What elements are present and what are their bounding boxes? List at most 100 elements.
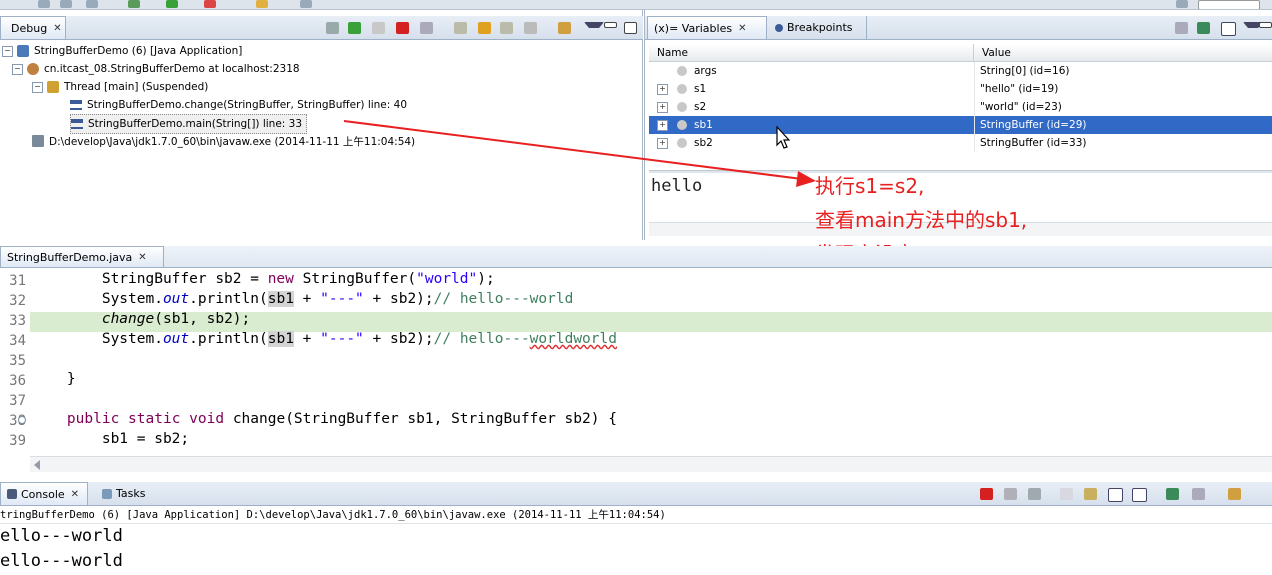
- pin-console-icon[interactable]: [1166, 488, 1179, 500]
- variable-value: StringBuffer (id=33): [980, 137, 1087, 149]
- code-line[interactable]: StringBuffer sb2 = new StringBuffer("wor…: [32, 271, 495, 287]
- toolbar-icon[interactable]: [86, 0, 98, 8]
- fold-collapse-icon[interactable]: [18, 416, 26, 424]
- show-type-names-icon[interactable]: [1175, 22, 1188, 34]
- toolbar-icon[interactable]: [60, 0, 72, 8]
- open-console-icon[interactable]: [1228, 488, 1241, 500]
- maximize-icon[interactable]: [624, 22, 637, 34]
- step-return-icon[interactable]: [500, 22, 513, 34]
- tab-breakpoints-label: Breakpoints: [787, 21, 853, 34]
- tab-breakpoints[interactable]: Breakpoints: [769, 16, 867, 39]
- collapse-icon[interactable]: −: [2, 45, 13, 57]
- show-on-stdout-icon[interactable]: [1108, 488, 1123, 502]
- tab-stringbufferdemo-java[interactable]: StringBufferDemo.java ✕: [0, 246, 164, 267]
- code-line[interactable]: System.out.println(sb1 + "---" + sb2);//…: [32, 291, 573, 307]
- code-line[interactable]: [32, 391, 41, 407]
- show-logical-structure-icon[interactable]: [1197, 22, 1210, 34]
- java-application-icon: [17, 45, 29, 57]
- scroll-lock-icon[interactable]: [1084, 488, 1097, 500]
- open-type-icon[interactable]: [256, 0, 268, 8]
- tab-debug-label: Debug: [11, 21, 48, 35]
- display-selected-console-icon[interactable]: [1192, 488, 1205, 500]
- code-line[interactable]: sb1 = sb2;: [32, 431, 189, 447]
- debug-run-icon[interactable]: [128, 0, 140, 8]
- tree-item-launch[interactable]: − StringBufferDemo (6) [Java Application…: [2, 42, 242, 60]
- clear-console-icon[interactable]: [1060, 488, 1073, 500]
- terminate-icon[interactable]: [980, 488, 993, 500]
- toolbar-icon[interactable]: [300, 0, 312, 8]
- stack-frame-icon: [71, 119, 83, 129]
- editor-tabbar: StringBufferDemo.java ✕: [0, 246, 1272, 268]
- show-on-stderr-icon[interactable]: [1132, 488, 1147, 502]
- view-menu-icon[interactable]: [584, 22, 604, 28]
- step-over-icon[interactable]: [478, 22, 491, 34]
- close-icon[interactable]: ✕: [53, 23, 61, 34]
- use-step-filters-icon[interactable]: [558, 22, 571, 34]
- variable-row-args[interactable]: args String[0] (id=16): [649, 62, 1272, 80]
- editor-hscrollbar[interactable]: [30, 456, 1272, 472]
- close-icon[interactable]: ✕: [738, 23, 746, 34]
- suspend-icon[interactable]: [372, 22, 385, 34]
- code-line[interactable]: public static void change(StringBuffer s…: [32, 411, 617, 427]
- variable-name: s1: [694, 83, 707, 95]
- remove-terminated-icon[interactable]: [326, 22, 339, 34]
- variable-row-s2[interactable]: + s2 "world" (id=23): [649, 98, 1272, 116]
- tree-item-stack-frame-selected[interactable]: StringBufferDemo.main(String[]) line: 33: [70, 114, 308, 134]
- external-tools-icon[interactable]: [204, 0, 216, 8]
- expand-icon[interactable]: +: [657, 83, 668, 95]
- variables-column-divider: [974, 62, 975, 152]
- tab-console[interactable]: Console ✕: [0, 482, 88, 505]
- expand-icon[interactable]: +: [657, 101, 668, 113]
- stack-frame-icon: [70, 100, 82, 110]
- debug-perspective-button[interactable]: [1198, 0, 1260, 9]
- close-icon[interactable]: ✕: [138, 252, 146, 263]
- terminate-icon[interactable]: [396, 22, 409, 34]
- tree-item-debug-target[interactable]: − cn.itcast_08.StringBufferDemo at local…: [12, 60, 300, 78]
- open-perspective-icon[interactable]: [1176, 0, 1188, 8]
- step-into-icon[interactable]: [454, 22, 467, 34]
- tab-variables[interactable]: (x)= Variables ✕: [647, 16, 767, 39]
- disconnect-icon[interactable]: [420, 22, 433, 34]
- minimize-icon[interactable]: [604, 22, 617, 28]
- scroll-left-icon[interactable]: [34, 460, 40, 470]
- close-icon[interactable]: ✕: [71, 489, 79, 500]
- column-header-value[interactable]: Value: [974, 44, 1272, 62]
- collapse-icon[interactable]: −: [32, 81, 43, 93]
- variable-value: StringBuffer (id=29): [980, 119, 1087, 131]
- annotation-line-1: 执行s1=s2,: [815, 174, 925, 198]
- local-variable-icon: [677, 66, 687, 76]
- drop-to-frame-icon[interactable]: [524, 22, 537, 34]
- tree-item-thread[interactable]: − Thread [main] (Suspended): [32, 78, 208, 96]
- collapse-all-icon[interactable]: [1221, 22, 1236, 36]
- toolbar-icon[interactable]: [38, 0, 50, 8]
- tab-editor-label: StringBufferDemo.java: [7, 250, 133, 264]
- variable-row-s1[interactable]: + s1 "hello" (id=19): [649, 80, 1272, 98]
- code-line-current[interactable]: change(sb1, sb2);: [32, 311, 250, 327]
- main-toolbar: [0, 0, 1272, 10]
- code-line[interactable]: [32, 351, 41, 367]
- minimize-icon[interactable]: [1259, 22, 1272, 28]
- process-icon: [32, 135, 44, 147]
- tab-variables-label: (x)= Variables: [654, 21, 733, 35]
- resume-icon[interactable]: [348, 22, 361, 34]
- tab-tasks[interactable]: Tasks: [96, 482, 156, 505]
- tasks-icon: [102, 488, 112, 499]
- variables-tabbar: (x)= Variables ✕ Breakpoints: [645, 16, 1272, 40]
- tree-item-label: StringBufferDemo.change(StringBuffer, St…: [87, 99, 407, 111]
- tab-debug[interactable]: Debug ✕: [0, 16, 66, 39]
- tree-item-label: Thread [main] (Suspended): [64, 81, 209, 93]
- code-line[interactable]: }: [32, 371, 76, 387]
- variable-value: "world" (id=23): [980, 101, 1062, 113]
- line-number: 39: [9, 433, 26, 449]
- collapse-icon[interactable]: −: [12, 63, 23, 75]
- code-line[interactable]: System.out.println(sb1 + "---" + sb2);//…: [32, 331, 617, 347]
- tree-item-stack-frame[interactable]: StringBufferDemo.change(StringBuffer, St…: [70, 96, 407, 114]
- console-process-label: tringBufferDemo (6) [Java Application] D…: [0, 506, 1272, 524]
- line-number: 33: [9, 313, 26, 329]
- tab-tasks-label: Tasks: [116, 487, 146, 500]
- run-icon[interactable]: [166, 0, 178, 8]
- annotation-line-2: 查看main方法中的sb1,: [815, 208, 1028, 232]
- column-header-name[interactable]: Name: [649, 44, 974, 62]
- remove-all-terminated-icon[interactable]: [1028, 488, 1041, 500]
- remove-launch-icon[interactable]: [1004, 488, 1017, 500]
